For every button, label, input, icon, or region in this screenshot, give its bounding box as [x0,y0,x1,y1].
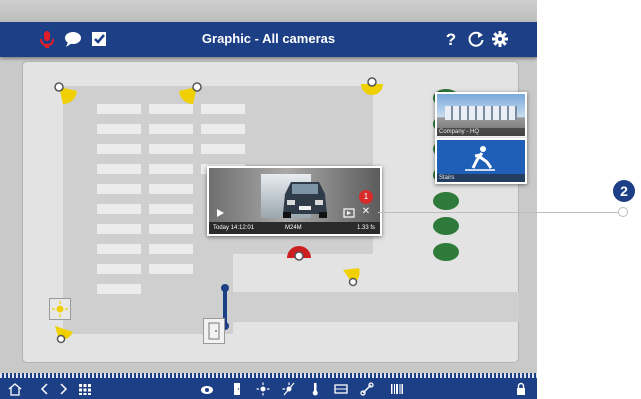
sensor-dot[interactable] [433,192,459,210]
event-count-badge[interactable]: 1 [359,190,373,204]
callout-line [378,212,624,213]
app-window: Graphic - All cameras ? Company - HQ Sta… [0,0,537,399]
live-video[interactable]: 1 ✕ [209,168,380,222]
camera-icon[interactable] [200,382,214,396]
light-off-icon[interactable] [282,382,296,396]
parking-slot [201,144,245,154]
top-toolbar: Graphic - All cameras ? [0,22,537,57]
parking-slot [97,184,141,194]
parking-slot [97,224,141,234]
close-icon[interactable]: ✕ [360,206,372,218]
play-icon[interactable] [215,208,225,218]
building-photo [445,106,517,120]
parking-slot [97,204,141,214]
exit-sign-icon [465,146,495,171]
top-strip [0,0,537,22]
camera-marker[interactable] [53,82,79,106]
light-icon[interactable] [256,382,270,396]
door-icon[interactable] [230,382,244,396]
forward-icon[interactable] [56,382,70,396]
timeline-strip[interactable] [0,373,537,378]
refresh-icon[interactable] [465,28,487,50]
fullscreen-icon[interactable] [343,208,355,218]
camera-marker[interactable] [177,82,203,106]
back-icon[interactable] [38,382,52,396]
parking-slot [97,104,141,114]
corridor [227,292,519,322]
sensor-dot[interactable] [433,243,459,261]
callout-number: 2 [613,180,635,202]
car-image [283,182,327,218]
parking-slot [149,204,193,214]
parking-slot [149,264,193,274]
camera-name: M24M [285,225,302,231]
thumbnail-company[interactable]: Company - HQ [435,92,527,138]
parking-slot [149,124,193,134]
settings-icon[interactable] [489,28,511,50]
barcode-icon[interactable] [390,382,404,396]
camera-marker-active[interactable] [285,242,313,262]
camera-marker[interactable] [53,322,77,344]
parking-slot [97,264,141,274]
sensor-dot[interactable] [433,217,459,235]
thumbnail-caption: Company - HQ [437,128,525,136]
thumbnail-caption: Stairs [437,174,525,182]
timestamp: Today 14:12:01 [213,225,255,231]
thumbnail-stairs[interactable]: Stairs [435,138,527,184]
parking-slot [97,144,141,154]
thermometer-icon[interactable] [308,382,322,396]
parking-slot [97,244,141,254]
home-icon[interactable] [8,382,22,396]
parking-slot [149,224,193,234]
parking-slot [97,284,141,294]
parking-slot [201,104,245,114]
parking-slot [201,124,245,134]
camera-live-popup[interactable]: 1 ✕ Today 14:12:01 M24M 1.33 fs [207,166,382,236]
bottom-toolbar [0,373,537,399]
camera-marker[interactable] [341,266,363,288]
camera-marker[interactable] [359,76,385,98]
lock-icon[interactable] [514,382,528,396]
callout-endpoint [618,207,628,217]
parking-slot [149,164,193,174]
grid-icon[interactable] [78,382,92,396]
svg-text:?: ? [446,30,456,49]
popup-info-bar: Today 14:12:01 M24M 1.33 fs [209,222,380,234]
parking-slot [149,244,193,254]
light-sensor-icon[interactable] [49,298,71,320]
link-icon[interactable] [360,382,374,396]
parking-slot [149,144,193,154]
parking-slot [97,124,141,134]
parking-slot [97,164,141,174]
parking-slot [149,184,193,194]
film-icon[interactable] [334,382,348,396]
help-icon[interactable]: ? [440,28,462,50]
door-panel-icon[interactable] [203,318,225,344]
frame-rate: 1.33 fs [357,225,376,231]
